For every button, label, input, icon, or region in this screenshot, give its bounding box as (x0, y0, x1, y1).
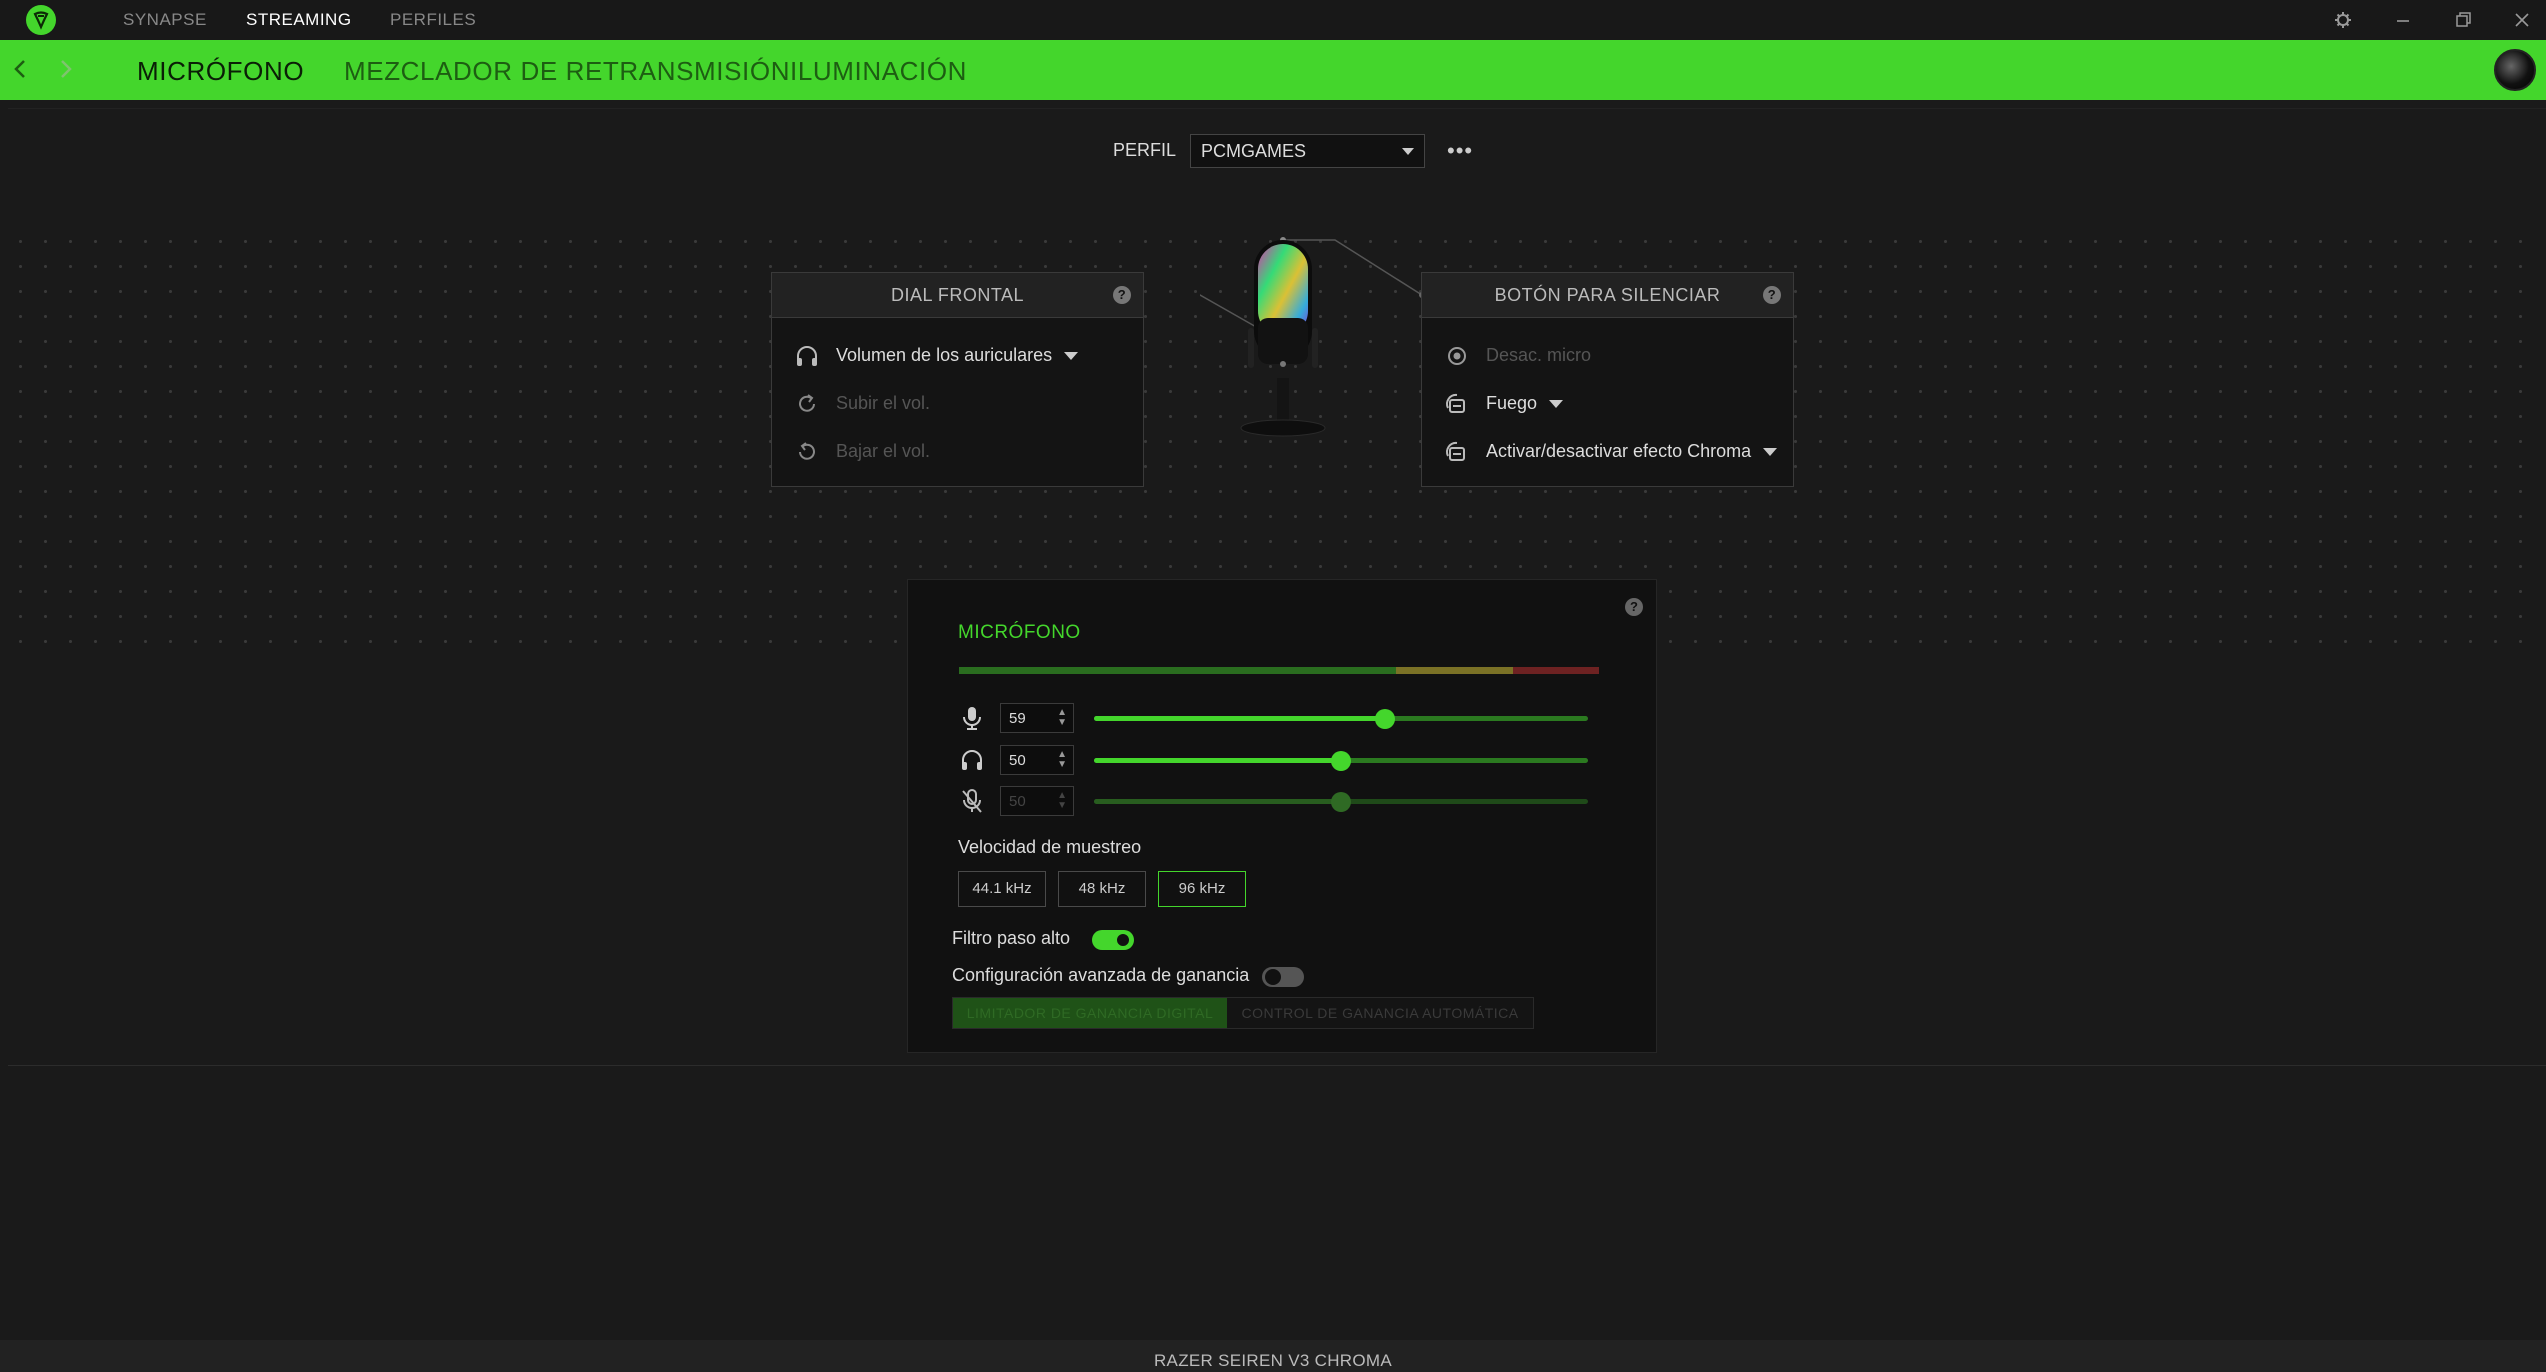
mic-gain-slider[interactable] (1094, 709, 1588, 729)
mic-monitoring-slider-fill (1094, 799, 1341, 804)
mic-gain-value: 59 (1009, 710, 1026, 727)
headphone-volume-stepper[interactable]: 50 ▲ ▼ (1000, 745, 1074, 775)
mic-monitoring-slider-knob (1331, 792, 1351, 812)
close-icon[interactable] (2508, 6, 2536, 34)
dial-action-volume-label: Volumen de los auriculares (836, 345, 1053, 365)
user-avatar[interactable] (2494, 49, 2536, 91)
help-icon[interactable]: ? (1763, 286, 1781, 304)
stepper-arrows-icon[interactable]: ▲ ▼ (1057, 708, 1067, 728)
forward-arrow-icon[interactable] (56, 52, 76, 94)
help-icon[interactable]: ? (1113, 286, 1131, 304)
mute-button-title: BOTÓN PARA SILENCIAR (1494, 285, 1721, 305)
tab-perfiles[interactable]: PERFILES (390, 10, 476, 30)
advanced-gain-toggle[interactable] (1262, 967, 1304, 987)
meter-green-zone (959, 667, 1396, 674)
sample-rate-48-button[interactable]: 48 kHz (1058, 871, 1146, 907)
headphone-volume-slider[interactable] (1094, 751, 1588, 771)
sample-rate-label: Velocidad de muestreo (958, 837, 1142, 857)
microphone-icon (963, 707, 981, 730)
microphone-panel: ? MICRÓFONO 59 ▲ ▼ 50 ▲ ▼ 50 ▲ ▼ Velocid… (907, 579, 1657, 1053)
microphone-device-image (1200, 237, 1425, 437)
meter-yellow-zone (1396, 667, 1513, 674)
app-window: SYNAPSE STREAMING PERFILES MICRÓFONO MEZ… (0, 0, 2546, 1372)
mic-monitoring-value: 50 (1009, 793, 1026, 810)
headphone-volume-slider-fill (1094, 758, 1341, 763)
radio-icon (1448, 347, 1466, 365)
toggle-knob (1265, 969, 1281, 985)
mute-button-header: BOTÓN PARA SILENCIAR ? (1422, 273, 1793, 318)
high-pass-filter-label: Filtro paso alto (952, 928, 1071, 948)
chevron-down-icon (1064, 352, 1079, 361)
headphone-volume-slider-knob[interactable] (1331, 751, 1351, 771)
device-name: RAZER SEIREN V3 CHROMA (1153, 1351, 1393, 1370)
profile-label: PERFIL (1113, 140, 1177, 160)
microphone-panel-title: MICRÓFONO (958, 622, 1081, 643)
input-level-meter (959, 667, 1599, 674)
headphones-icon (962, 750, 982, 770)
front-dial-title: DIAL FRONTAL (890, 285, 1025, 305)
sample-rate-44-button[interactable]: 44.1 kHz (958, 871, 1046, 907)
advanced-gain-label: Configuración avanzada de ganancia (952, 965, 1250, 985)
toggle-knob (1115, 932, 1131, 948)
headphones-icon (797, 346, 817, 366)
chevron-down-icon (1549, 400, 1564, 409)
mute-action-chroma-label: Activar/desactivar efecto Chroma (1486, 441, 1752, 461)
chroma-effect-icon (1446, 393, 1465, 413)
settings-icon[interactable] (2329, 6, 2357, 34)
minimize-icon[interactable] (2389, 6, 2417, 34)
chroma-effect-icon (1446, 441, 1465, 461)
tab-iluminacion[interactable]: ILUMINACIÓN (790, 56, 967, 87)
mic-monitor-off-icon (962, 789, 982, 813)
mic-monitoring-control: 50 ▲ ▼ (958, 784, 1608, 818)
mic-monitoring-slider (1094, 792, 1588, 812)
dial-action-volume-down-label: Bajar el vol. (836, 441, 931, 461)
chevron-down-icon (1763, 448, 1778, 457)
more-options-button[interactable]: ••• (1447, 138, 1473, 164)
meter-red-zone (1513, 667, 1599, 674)
mute-action-fire-label: Fuego (1486, 393, 1538, 413)
high-pass-filter-toggle[interactable] (1092, 930, 1134, 950)
stepper-arrows-icon: ▲ ▼ (1057, 790, 1067, 811)
title-bar: SYNAPSE STREAMING PERFILES (0, 0, 2546, 40)
rotate-counterclockwise-icon (799, 442, 815, 460)
mute-action-mic-label: Desac. micro (1486, 345, 1592, 365)
help-icon[interactable]: ? (1625, 598, 1643, 616)
restore-icon[interactable] (2449, 6, 2477, 34)
tab-automatic-gain-control: CONTROL DE GANANCIA AUTOMÁTICA (1227, 998, 1533, 1028)
headphone-volume-value: 50 (1009, 752, 1026, 769)
profile-value: PCMGAMES (1201, 141, 1307, 161)
mute-button-card: BOTÓN PARA SILENCIAR ? Desac. micro Fueg… (1421, 272, 1794, 487)
chevron-down-icon (1402, 148, 1414, 155)
front-dial-header: DIAL FRONTAL ? (772, 273, 1143, 318)
stepper-arrows-icon[interactable]: ▲ ▼ (1057, 750, 1067, 770)
mic-monitoring-stepper: 50 ▲ ▼ (1000, 786, 1074, 816)
razer-logo-icon (26, 5, 56, 35)
mic-gain-slider-knob[interactable] (1375, 709, 1396, 729)
back-arrow-icon[interactable] (10, 52, 30, 94)
profile-dropdown[interactable]: PCMGAMES (1190, 134, 1425, 168)
gain-mode-tabs: LIMITADOR DE GANANCIA DIGITAL CONTROL DE… (952, 997, 1534, 1029)
tab-synapse[interactable]: SYNAPSE (123, 10, 207, 30)
rotate-clockwise-icon (799, 394, 815, 412)
dial-action-volume-up-label: Subir el vol. (836, 393, 931, 413)
device-status-bar: RAZER SEIREN V3 CHROMA (0, 1340, 2546, 1372)
sample-rate-96-button[interactable]: 96 kHz (1158, 871, 1246, 907)
headphone-volume-control: 50 ▲ ▼ (958, 743, 1608, 777)
mic-gain-stepper[interactable]: 59 ▲ ▼ (1000, 703, 1074, 733)
mic-gain-control: 59 ▲ ▼ (958, 701, 1608, 735)
tab-digital-gain-limiter: LIMITADOR DE GANANCIA DIGITAL (953, 998, 1228, 1028)
tab-microfono[interactable]: MICRÓFONO (137, 56, 304, 87)
tab-mezclador[interactable]: MEZCLADOR DE RETRANSMISIÓN (344, 56, 790, 87)
front-dial-card: DIAL FRONTAL ? Volumen de los auriculare… (771, 272, 1144, 487)
section-nav-bar: MICRÓFONO MEZCLADOR DE RETRANSMISIÓN ILU… (0, 40, 2546, 100)
mic-gain-slider-fill (1094, 716, 1386, 721)
tab-streaming[interactable]: STREAMING (246, 10, 352, 30)
